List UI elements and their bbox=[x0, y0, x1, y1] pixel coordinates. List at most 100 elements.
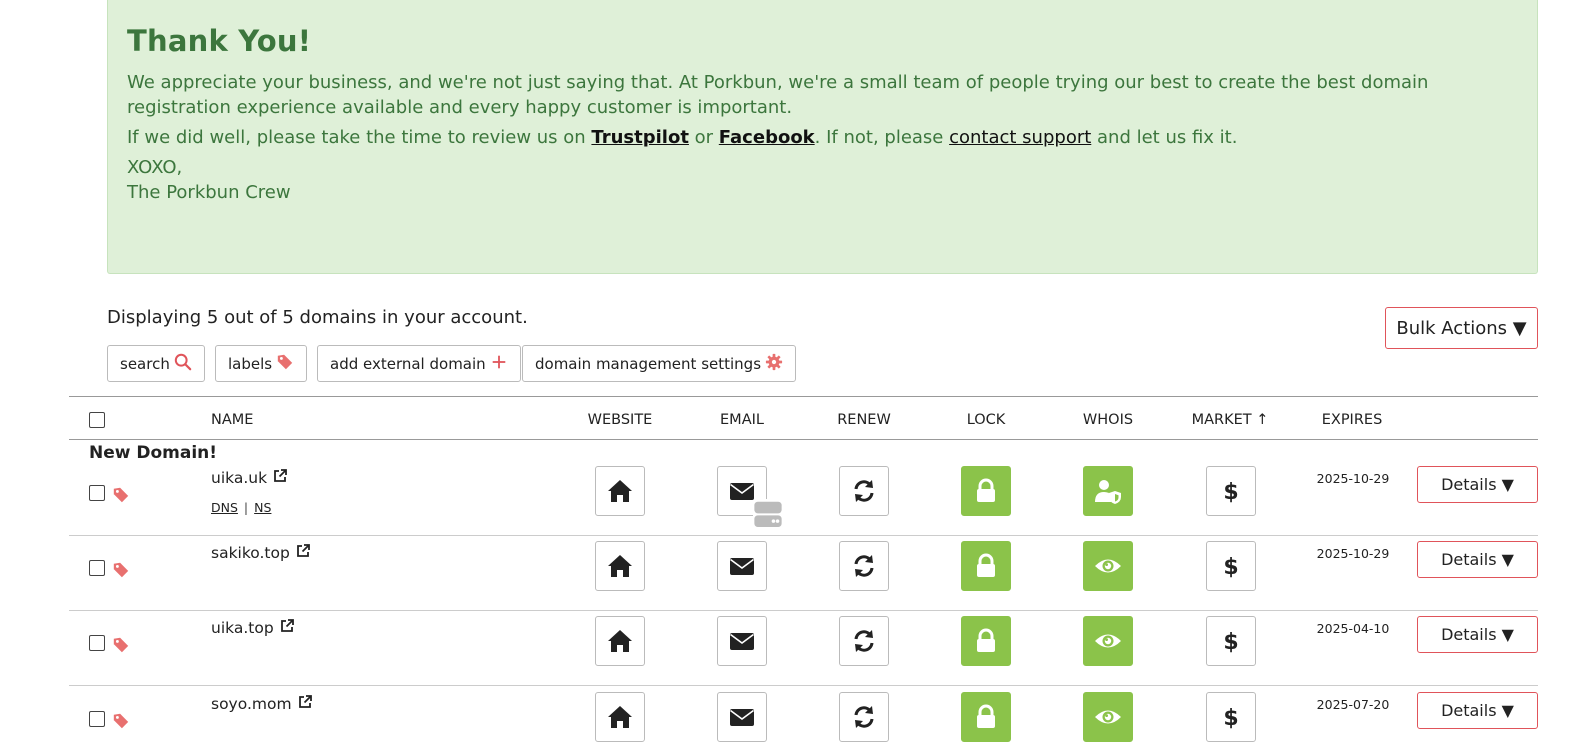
refresh-icon bbox=[849, 476, 879, 506]
dns-link[interactable]: DNS bbox=[211, 500, 238, 515]
lock-button[interactable] bbox=[961, 466, 1011, 516]
domain-name-text: soyo.mom bbox=[211, 695, 292, 713]
eye-icon bbox=[1093, 702, 1123, 732]
domain-row-checkbox[interactable] bbox=[89, 485, 105, 501]
column-header-renew[interactable]: RENEW bbox=[824, 412, 904, 428]
website-button[interactable] bbox=[595, 541, 645, 591]
lock-button[interactable] bbox=[961, 541, 1011, 591]
signoff-line-2: The Porkbun Crew bbox=[127, 182, 291, 203]
email-button[interactable] bbox=[717, 616, 767, 666]
lock-button[interactable] bbox=[961, 692, 1011, 742]
search-icon bbox=[174, 353, 192, 375]
domain-name-link[interactable]: sakiko.top bbox=[211, 543, 311, 563]
row-divider bbox=[69, 685, 1538, 686]
whois-button[interactable] bbox=[1083, 541, 1133, 591]
tag-icon[interactable] bbox=[111, 561, 131, 579]
column-header-market[interactable]: MARKET ↑ bbox=[1185, 412, 1275, 428]
home-icon bbox=[605, 551, 635, 581]
domain-name-link[interactable]: soyo.mom bbox=[211, 694, 313, 714]
lock-icon bbox=[971, 702, 1001, 732]
sort-arrow-up-icon: ↑ bbox=[1256, 412, 1269, 428]
details-button[interactable]: Details ▼ bbox=[1417, 466, 1538, 503]
tag-icon[interactable] bbox=[111, 712, 131, 730]
renew-button[interactable] bbox=[839, 616, 889, 666]
eye-icon bbox=[1093, 626, 1123, 656]
tag-icon[interactable] bbox=[111, 636, 131, 654]
column-header-email[interactable]: EMAIL bbox=[702, 412, 782, 428]
search-button[interactable]: search bbox=[107, 345, 205, 382]
details-button[interactable]: Details ▼ bbox=[1417, 541, 1538, 578]
home-icon bbox=[605, 702, 635, 732]
home-icon bbox=[605, 626, 635, 656]
email-button[interactable] bbox=[717, 466, 782, 527]
market-button[interactable]: $ bbox=[1206, 466, 1256, 516]
table-top-border bbox=[69, 396, 1538, 397]
dollar-icon: $ bbox=[1216, 702, 1246, 732]
refresh-icon bbox=[849, 702, 879, 732]
refresh-icon bbox=[849, 551, 879, 581]
external-link-icon[interactable] bbox=[295, 543, 311, 563]
domain-row-checkbox[interactable] bbox=[89, 635, 105, 651]
envelope-icon bbox=[727, 626, 757, 656]
market-button[interactable]: $ bbox=[1206, 616, 1256, 666]
expiration-date: 2025-07-20 bbox=[1316, 697, 1390, 712]
table-header-border bbox=[69, 439, 1538, 440]
domain-name-text: sakiko.top bbox=[211, 544, 290, 562]
details-button[interactable]: Details ▼ bbox=[1417, 692, 1538, 729]
server-icon bbox=[753, 499, 782, 527]
add-external-domain-button[interactable]: add external domain bbox=[317, 345, 521, 382]
facebook-link[interactable]: Facebook bbox=[719, 127, 815, 148]
ns-link[interactable]: NS bbox=[254, 500, 271, 515]
website-button[interactable] bbox=[595, 466, 645, 516]
dollar-icon: $ bbox=[1216, 476, 1246, 506]
whois-button[interactable] bbox=[1083, 692, 1133, 742]
lock-icon bbox=[971, 626, 1001, 656]
market-button[interactable]: $ bbox=[1206, 692, 1256, 742]
expiration-date: 2025-10-29 bbox=[1316, 546, 1390, 561]
dns-ns-links: DNS | NS bbox=[211, 500, 271, 515]
email-button[interactable] bbox=[717, 692, 767, 742]
eye-icon bbox=[1093, 551, 1123, 581]
renew-button[interactable] bbox=[839, 466, 889, 516]
column-header-whois[interactable]: WHOIS bbox=[1068, 412, 1148, 428]
domain-name-link[interactable]: uika.uk bbox=[211, 468, 288, 488]
domain-count-summary: Displaying 5 out of 5 domains in your ac… bbox=[107, 307, 528, 328]
svg-text:$: $ bbox=[1223, 706, 1238, 731]
renew-button[interactable] bbox=[839, 541, 889, 591]
external-link-icon[interactable] bbox=[279, 618, 295, 638]
signoff-line-1: XOXO, bbox=[127, 157, 183, 178]
website-button[interactable] bbox=[595, 616, 645, 666]
domain-name-text: uika.uk bbox=[211, 469, 268, 487]
domain-row-checkbox[interactable] bbox=[89, 560, 105, 576]
external-link-icon[interactable] bbox=[272, 468, 288, 488]
email-button[interactable] bbox=[717, 541, 767, 591]
labels-button[interactable]: labels bbox=[215, 345, 308, 382]
expiration-date: 2025-04-10 bbox=[1316, 621, 1390, 636]
whois-button[interactable] bbox=[1083, 616, 1133, 666]
thank-you-message: We appreciate your business, and we're n… bbox=[127, 72, 1429, 118]
external-link-icon[interactable] bbox=[297, 694, 313, 714]
domain-management-settings-button[interactable]: domain management settings bbox=[522, 345, 797, 382]
trustpilot-link[interactable]: Trustpilot bbox=[591, 127, 689, 148]
website-button[interactable] bbox=[595, 692, 645, 742]
bulk-actions-button[interactable]: Bulk Actions ▼ bbox=[1385, 307, 1538, 349]
details-button[interactable]: Details ▼ bbox=[1417, 616, 1538, 653]
market-button[interactable]: $ bbox=[1206, 541, 1256, 591]
gear-icon bbox=[765, 353, 783, 375]
column-header-name[interactable]: NAME bbox=[211, 412, 253, 428]
contact-support-link[interactable]: contact support bbox=[949, 127, 1091, 148]
column-header-website[interactable]: WEBSITE bbox=[580, 412, 660, 428]
domain-row-checkbox[interactable] bbox=[89, 711, 105, 727]
domain-name-link[interactable]: uika.top bbox=[211, 618, 295, 638]
select-all-checkbox[interactable] bbox=[89, 412, 105, 428]
whois-button[interactable] bbox=[1083, 466, 1133, 516]
renew-button[interactable] bbox=[839, 692, 889, 742]
refresh-icon bbox=[849, 626, 879, 656]
tag-icon[interactable] bbox=[111, 486, 131, 504]
envelope-icon bbox=[727, 551, 757, 581]
tag-icon bbox=[276, 353, 294, 375]
thank-you-title: Thank You! bbox=[127, 24, 312, 58]
lock-button[interactable] bbox=[961, 616, 1011, 666]
column-header-lock[interactable]: LOCK bbox=[946, 412, 1026, 428]
column-header-expires[interactable]: EXPIRES bbox=[1312, 412, 1392, 428]
